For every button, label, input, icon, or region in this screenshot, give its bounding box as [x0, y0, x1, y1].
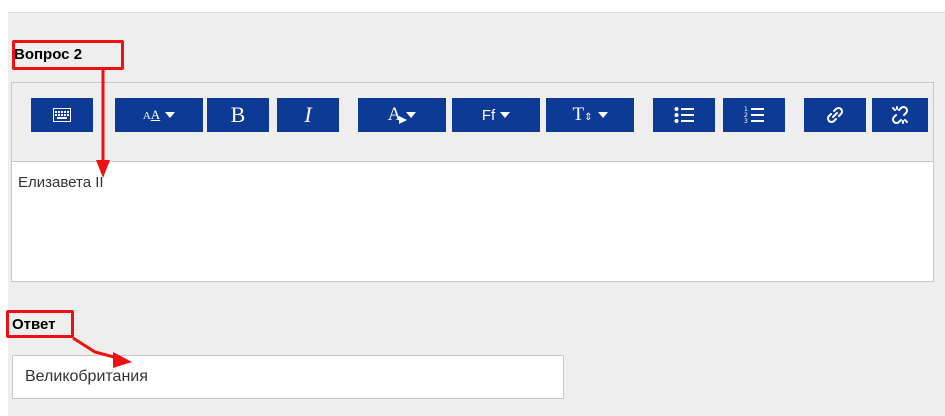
italic-icon: I — [304, 102, 312, 127]
font-size-icon: T⇕ — [572, 104, 593, 125]
chevron-down-icon — [165, 112, 176, 118]
bullet-list-icon — [674, 107, 694, 123]
ordered-list-button[interactable]: 123 — [723, 98, 785, 132]
answer-input[interactable] — [12, 355, 564, 399]
font-size-button[interactable]: T⇕ — [546, 98, 634, 132]
unlink-icon — [891, 105, 909, 125]
chevron-down-icon — [597, 112, 608, 118]
font-color-button[interactable]: A — [358, 98, 446, 132]
unlink-button[interactable] — [872, 98, 928, 132]
paragraph-styles-button[interactable]: AA — [115, 98, 203, 132]
link-button[interactable] — [804, 98, 866, 132]
rich-text-editor: AA B I A Ff T⇕ 1 2 3 Елизавета II — [11, 82, 934, 282]
editor-content[interactable]: Елизавета II — [12, 162, 933, 281]
font-color-icon: A — [388, 104, 408, 126]
font-family-icon: Ff — [481, 106, 496, 124]
font-family-button[interactable]: Ff — [452, 98, 540, 132]
numbered-list-icon: 123 — [744, 106, 764, 124]
answer-label-highlight — [6, 310, 74, 338]
keyboard-icon — [53, 108, 71, 122]
bold-button[interactable]: B — [207, 98, 269, 132]
chevron-down-icon — [500, 112, 511, 118]
question-label-highlight — [12, 40, 124, 70]
svg-text:3: 3 — [744, 118, 748, 124]
chevron-down-icon — [406, 112, 417, 118]
toolbar-toggle-button[interactable] — [31, 98, 93, 132]
italic-button[interactable]: I — [277, 98, 339, 132]
link-icon — [826, 106, 844, 124]
unordered-list-button[interactable] — [653, 98, 715, 132]
bold-icon: B — [230, 102, 246, 127]
editor-toolbar: AA B I A Ff T⇕ 1 2 3 — [12, 83, 933, 162]
paragraph-styles-icon: AA — [142, 107, 161, 122]
